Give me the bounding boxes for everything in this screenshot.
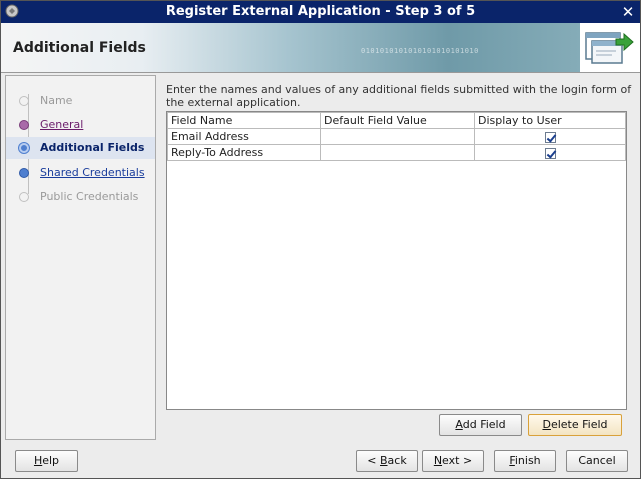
display-to-user-checkbox[interactable] xyxy=(544,147,556,159)
step-label: Public Credentials xyxy=(40,190,139,203)
step-label[interactable]: General xyxy=(40,118,83,131)
page-title: Additional Fields xyxy=(13,40,146,56)
register-external-app-dialog: Register External Application - Step 3 o… xyxy=(0,0,641,479)
title-bar: Register External Application - Step 3 o… xyxy=(1,1,640,23)
step-label: Name xyxy=(40,94,73,107)
display-to-user-cell[interactable] xyxy=(474,128,626,145)
header-banner: Additional Fields 0101010101010101010101… xyxy=(1,23,640,73)
finish-button[interactable]: Finish xyxy=(494,450,556,472)
step-indicator-icon xyxy=(19,96,29,106)
back-mnemonic: B xyxy=(380,454,388,467)
delete-field-button[interactable]: Delete Field xyxy=(528,414,622,436)
back-label: ack xyxy=(387,454,407,467)
table-row[interactable]: Reply-To Address xyxy=(167,144,626,161)
application-window-icon xyxy=(585,32,634,64)
help-button[interactable]: Help xyxy=(15,450,78,472)
delete-field-label: elete Field xyxy=(550,418,608,431)
additional-fields-table: Field Name Default Field Value Display t… xyxy=(166,111,627,410)
display-to-user-cell[interactable] xyxy=(474,144,626,161)
binary-decoration: 0101010101010101010101010 xyxy=(361,47,479,55)
finish-label: inish xyxy=(514,454,541,467)
instructions-text: Enter the names and values of any additi… xyxy=(166,83,632,109)
close-icon[interactable]: ✕ xyxy=(619,3,637,21)
column-header-default-value[interactable]: Default Field Value xyxy=(320,112,475,129)
step-indicator-icon xyxy=(19,168,29,178)
step-indicator-icon xyxy=(19,120,29,130)
add-field-label: dd Field xyxy=(462,418,506,431)
next-mnemonic: N xyxy=(433,454,443,467)
default-value-cell[interactable] xyxy=(320,144,475,161)
back-button[interactable]: < Back xyxy=(356,450,418,472)
help-mnemonic: H xyxy=(33,454,43,467)
step-shared-credentials[interactable]: Shared Credentials xyxy=(6,162,155,184)
add-field-button[interactable]: Add Field xyxy=(439,414,522,436)
step-indicator-icon xyxy=(19,143,29,153)
wizard-steps-panel: Name General Additional Fields Shared Cr… xyxy=(5,75,156,440)
window-title: Register External Application - Step 3 o… xyxy=(165,4,476,19)
cancel-button[interactable]: Cancel xyxy=(566,450,628,472)
step-public-credentials: Public Credentials xyxy=(6,186,155,208)
field-name-cell[interactable]: Reply-To Address xyxy=(167,144,321,161)
display-to-user-checkbox[interactable] xyxy=(544,131,556,143)
step-indicator-icon xyxy=(19,192,29,202)
step-label[interactable]: Shared Credentials xyxy=(40,166,145,179)
step-general[interactable]: General xyxy=(6,114,155,136)
table-header-row: Field Name Default Field Value Display t… xyxy=(167,112,626,129)
column-header-display-to-user[interactable]: Display to User xyxy=(474,112,626,129)
table-row[interactable]: Email Address xyxy=(167,128,626,145)
step-additional-fields[interactable]: Additional Fields xyxy=(6,137,155,159)
default-value-cell[interactable] xyxy=(320,128,475,145)
delete-field-mnemonic: D xyxy=(542,418,551,431)
step-label: Additional Fields xyxy=(40,141,145,154)
back-prefix: < xyxy=(367,454,380,467)
column-header-field-name[interactable]: Field Name xyxy=(167,112,321,129)
help-label: elp xyxy=(42,454,60,467)
next-label: ext > xyxy=(442,454,473,467)
step-name: Name xyxy=(6,90,155,112)
field-name-cell[interactable]: Email Address xyxy=(167,128,321,145)
next-button[interactable]: Next > xyxy=(422,450,484,472)
add-field-mnemonic: A xyxy=(455,418,463,431)
